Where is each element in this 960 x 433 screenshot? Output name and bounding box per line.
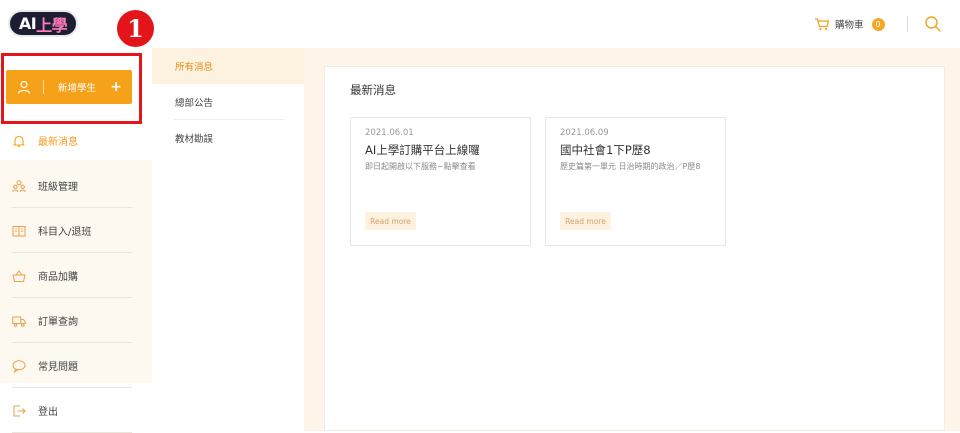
subnav-item-label: 總部公告 (175, 98, 214, 109)
sidebar-item-label: 商品加購 (38, 272, 78, 283)
cart-button[interactable]: 購物車 0 (814, 14, 885, 34)
news-title[interactable]: 國中社會1下P歷8 (560, 142, 651, 158)
logo-part-ai: AI (18, 14, 37, 33)
search-icon[interactable] (924, 15, 942, 33)
sidebar-item-class-management[interactable]: 班級管理 (0, 163, 152, 208)
news-date: 2021.06.01 (365, 128, 414, 138)
read-more-button[interactable]: Read more (365, 212, 416, 230)
bell-icon (13, 135, 25, 147)
button-separator (43, 80, 44, 94)
news-description: 歷史篇第一單元 日治時期的政治／P歷8 (560, 162, 701, 171)
add-student-label: 新增學生 (58, 83, 97, 94)
logo-text: AI 上學 (10, 12, 76, 35)
subnav-item-hq-announcements[interactable]: 總部公告 (152, 84, 304, 120)
step-number-badge: 1 (117, 10, 154, 47)
news-date: 2021.06.09 (560, 128, 609, 138)
sidebar-item-order-query[interactable]: 訂單查詢 (0, 298, 152, 343)
cart-label: 購物車 (835, 20, 864, 31)
brand-logo[interactable]: AI 上學 (8, 10, 78, 37)
cart-icon (815, 18, 830, 31)
add-student-button[interactable]: 新增學生 + (6, 70, 132, 104)
top-header: AI 上學 1 購物車 0 (0, 0, 960, 48)
news-card[interactable]: 2021.06.01 AI上學訂購平台上線囉 即日起開啟以下服務~點擊查看 Re… (350, 117, 531, 246)
sidebar-item-subject-enroll[interactable]: 科目入/退班 (0, 208, 152, 253)
subnav-item-label: 所有消息 (175, 62, 214, 73)
logo-part-school: 上學 (36, 15, 68, 35)
book-icon (12, 225, 26, 236)
cart-count-badge: 0 (871, 17, 885, 31)
sidebar-item-label: 班級管理 (38, 182, 78, 193)
sidebar-item-news[interactable]: 最新消息 (0, 118, 152, 163)
news-subnav: 所有消息 總部公告 教材勘誤 (152, 48, 304, 431)
person-icon (17, 80, 31, 94)
page-title: 最新消息 (350, 83, 396, 97)
header-divider (907, 16, 908, 32)
plus-icon: + (110, 79, 122, 95)
sidebar-item-add-products[interactable]: 商品加購 (0, 253, 152, 298)
basket-icon (12, 269, 26, 282)
news-title[interactable]: AI上學訂購平台上線囉 (365, 142, 480, 158)
chat-icon (12, 359, 26, 373)
sidebar-item-label: 科目入/退班 (38, 227, 92, 238)
truck-icon (12, 316, 26, 327)
news-card[interactable]: 2021.06.09 國中社會1下P歷8 歷史篇第一單元 日治時期的政治／P歷8… (545, 117, 726, 246)
read-more-button[interactable]: Read more (560, 212, 611, 230)
sidebar-item-logout[interactable]: 登出 (0, 388, 152, 433)
logout-icon (13, 405, 26, 416)
sidebar-item-label: 登出 (38, 407, 58, 418)
sidebar-item-label: 訂單查詢 (38, 317, 78, 328)
sidebar-item-label: 常見問題 (38, 362, 78, 373)
group-icon (12, 179, 26, 192)
subnav-item-label: 教材勘誤 (175, 134, 214, 145)
sidebar-item-label: 最新消息 (38, 137, 78, 148)
subnav-item-all-news[interactable]: 所有消息 (152, 48, 304, 84)
subnav-item-errata[interactable]: 教材勘誤 (152, 120, 304, 156)
news-description: 即日起開啟以下服務~點擊查看 (365, 162, 476, 171)
sidebar-item-faq[interactable]: 常見問題 (0, 343, 152, 388)
